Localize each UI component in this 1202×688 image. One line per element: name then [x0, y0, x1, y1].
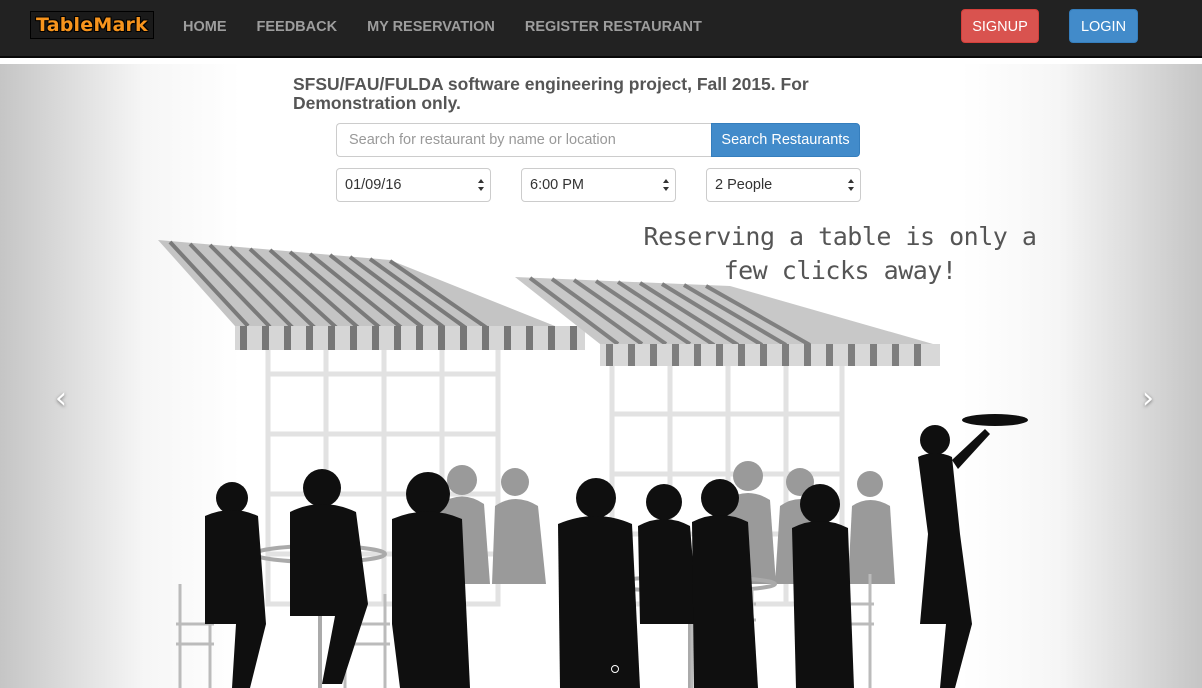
search-input[interactable]	[336, 123, 711, 157]
nav-feedback[interactable]: FEEDBACK	[257, 19, 338, 35]
nav-home[interactable]: HOME	[183, 19, 227, 35]
time-select-value: 6:00 PM	[530, 177, 584, 193]
chevron-left-icon[interactable]: ‹	[55, 384, 67, 414]
navbar: TableMark HOME FEEDBACK MY RESERVATION R…	[0, 0, 1202, 58]
party-size-value: 2 People	[715, 177, 773, 193]
search-group: Search Restaurants	[336, 123, 860, 157]
brand-logo[interactable]: TableMark	[30, 11, 154, 39]
date-select[interactable]: 01/09/16	[336, 168, 491, 202]
party-size-select[interactable]: 2 People	[706, 168, 861, 202]
nav-register-restaurant[interactable]: REGISTER RESTAURANT	[525, 19, 702, 35]
search-restaurants-button[interactable]: Search Restaurants	[711, 123, 860, 157]
carousel-tagline: Reserving a table is only a few clicks a…	[640, 220, 1040, 288]
updown-caret-icon	[663, 179, 669, 191]
cafe-scene-illustration	[158, 240, 1028, 688]
tagline-line-2: few clicks away!	[723, 256, 957, 285]
signup-button[interactable]: SIGNUP	[961, 9, 1039, 43]
time-select[interactable]: 6:00 PM	[521, 168, 676, 202]
chevron-right-icon[interactable]: ›	[1142, 384, 1154, 414]
carousel-indicator[interactable]	[611, 665, 619, 673]
project-note: SFSU/FAU/FULDA software engineering proj…	[293, 74, 809, 113]
nav-my-reservation[interactable]: MY RESERVATION	[367, 19, 495, 35]
nav-links: HOME FEEDBACK MY RESERVATION REGISTER RE…	[183, 0, 732, 54]
tagline-line-1: Reserving a table is only a	[643, 222, 1037, 251]
date-select-value: 01/09/16	[345, 177, 402, 193]
login-button[interactable]: LOGIN	[1069, 9, 1138, 43]
updown-caret-icon	[848, 179, 854, 191]
hero-carousel: Reserving a table is only a few clicks a…	[0, 64, 1202, 688]
updown-caret-icon	[478, 179, 484, 191]
